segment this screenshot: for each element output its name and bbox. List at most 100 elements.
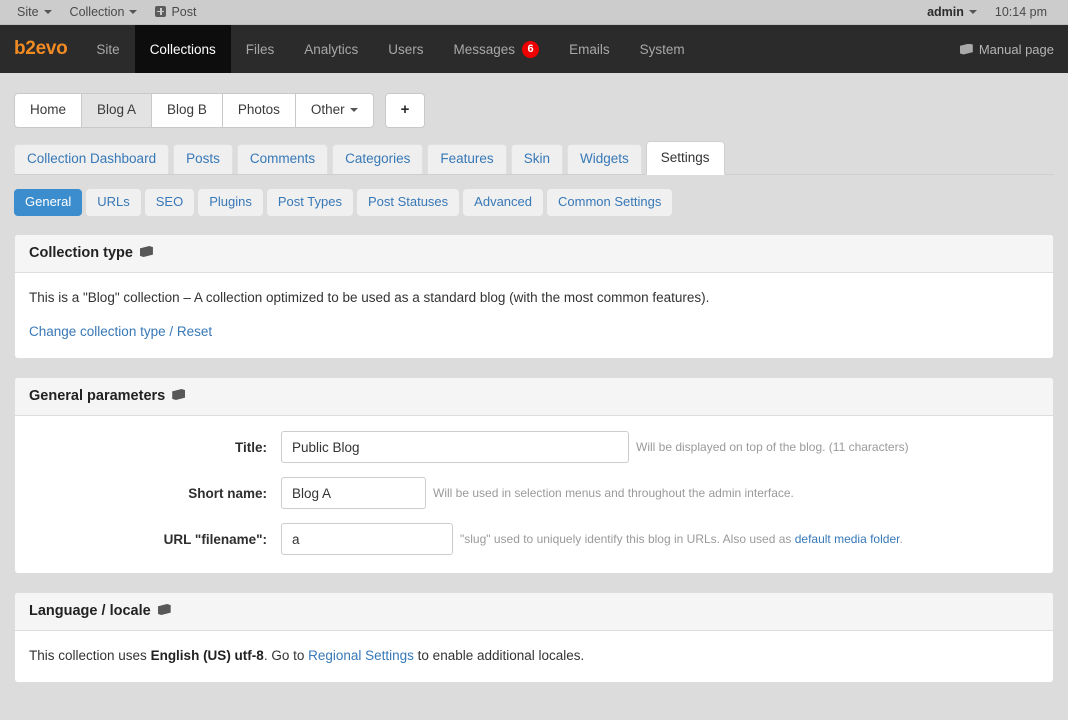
collection-type-panel-body: This is a "Blog" collection – A collecti… (15, 273, 1053, 358)
regional-settings-link[interactable]: Regional Settings (308, 648, 414, 663)
url-filename-field-help: "slug" used to uniquely identify this bl… (460, 532, 903, 546)
default-media-folder-link[interactable]: default media folder (795, 532, 900, 546)
form-row-short-name: Short name: Will be used in selection me… (29, 477, 1039, 509)
collection-tab-home[interactable]: Home (14, 93, 82, 128)
tab-comments-label: Comments (249, 151, 316, 166)
language-text-after: to enable additional locales. (413, 648, 585, 663)
title-input[interactable] (281, 431, 629, 463)
language-locale-panel-header: Language / locale (15, 593, 1053, 631)
messages-badge: 6 (522, 40, 540, 58)
pill-post-statuses-label: Post Statuses (367, 194, 449, 209)
language-locale-panel: Language / locale This collection uses E… (14, 592, 1054, 683)
evobar-time-label: 10:14 pm (994, 4, 1047, 19)
language-locale-panel-title: Language / locale (29, 603, 151, 619)
short-name-input[interactable] (281, 477, 426, 509)
short-name-field-help: Will be used in selection menus and thro… (433, 486, 794, 500)
pill-urls[interactable]: URLs (86, 189, 141, 216)
nav-item-emails[interactable]: Emails (554, 25, 625, 73)
pill-advanced[interactable]: Advanced (463, 189, 543, 216)
nav-item-users[interactable]: Users (373, 25, 438, 73)
collection-tabs: Home Blog A Blog B Photos Other + (14, 73, 1054, 128)
collection-sub-tabs: Collection Dashboard Posts Comments Cate… (14, 141, 1054, 175)
collection-type-change-row: Change collection type / Reset (29, 322, 1039, 342)
pill-plugins[interactable]: Plugins (198, 189, 263, 216)
evobar-right-group: admin 10:14 pm (918, 0, 1068, 25)
pill-common-settings[interactable]: Common Settings (547, 189, 673, 216)
title-field-label: Title: (234, 439, 267, 455)
pill-advanced-label: Advanced (474, 194, 532, 209)
evobar: Site Collection Post admin 10:14 pm (0, 0, 1068, 25)
tab-collection-dashboard[interactable]: Collection Dashboard (14, 144, 170, 174)
general-parameters-panel-title: General parameters (29, 388, 166, 404)
tab-skin-label: Skin (523, 151, 550, 166)
nav-item-system-label: System (639, 41, 685, 57)
change-collection-type-link[interactable]: Change collection type / Reset (29, 324, 212, 339)
collection-tab-other-label: Other (310, 102, 345, 117)
url-filename-help-prefix: "slug" used to uniquely identify this bl… (460, 532, 795, 546)
chevron-down-icon (129, 10, 138, 15)
language-locale-description: This collection uses English (US) utf-8.… (29, 646, 1039, 666)
manual-page-link[interactable]: Manual page (960, 25, 1068, 73)
collection-tab-blog-b-label: Blog B (167, 102, 207, 117)
nav-item-site[interactable]: Site (81, 25, 134, 73)
add-collection-button[interactable]: + (384, 93, 426, 128)
nav-item-files-label: Files (245, 41, 275, 57)
brand-logo[interactable]: b2evo (0, 25, 81, 73)
collection-tab-blog-a[interactable]: Blog A (81, 93, 152, 128)
language-text-middle: . Go to (263, 648, 309, 663)
nav-item-emails-label: Emails (569, 41, 610, 57)
tab-features-label: Features (440, 151, 494, 166)
evobar-item-post-label: Post (171, 4, 197, 19)
collection-tab-blog-b[interactable]: Blog B (151, 93, 222, 128)
evobar-item-collection-label: Collection (69, 4, 125, 19)
evobar-user-menu[interactable]: admin (918, 0, 986, 25)
short-name-field-label: Short name: (188, 485, 267, 501)
collection-tab-photos[interactable]: Photos (221, 93, 295, 128)
tab-posts[interactable]: Posts (173, 144, 233, 174)
manual-book-icon (960, 44, 973, 55)
form-row-url-filename: URL "filename": "slug" used to uniquely … (29, 523, 1039, 555)
url-filename-field-label: URL "filename": (163, 531, 267, 547)
general-parameters-panel-body: Title: Will be displayed on top of the b… (15, 416, 1053, 573)
tab-categories[interactable]: Categories (332, 144, 424, 174)
evobar-item-site[interactable]: Site (8, 0, 61, 25)
evobar-clock: 10:14 pm (986, 0, 1056, 25)
nav-item-collections[interactable]: Collections (134, 25, 231, 73)
manual-book-icon[interactable] (140, 246, 153, 257)
pill-general[interactable]: General (14, 189, 83, 216)
tab-settings[interactable]: Settings (645, 141, 725, 175)
pill-seo[interactable]: SEO (144, 189, 195, 216)
tab-features[interactable]: Features (427, 144, 507, 174)
nav-item-analytics[interactable]: Analytics (289, 25, 373, 73)
nav-item-system[interactable]: System (625, 25, 700, 73)
tab-settings-label: Settings (660, 150, 710, 165)
evobar-item-collection[interactable]: Collection (61, 0, 147, 25)
page-content: Home Blog A Blog B Photos Other + Collec… (0, 73, 1068, 683)
collection-tab-home-label: Home (30, 102, 67, 117)
nav-item-collections-label: Collections (149, 41, 216, 57)
collection-tab-other[interactable]: Other (294, 93, 374, 128)
general-parameters-panel-header: General parameters (15, 378, 1053, 416)
pill-post-types[interactable]: Post Types (266, 189, 353, 216)
collection-type-description: This is a "Blog" collection – A collecti… (29, 290, 710, 305)
pill-post-statuses[interactable]: Post Statuses (356, 189, 460, 216)
url-filename-input[interactable] (281, 523, 453, 555)
pill-plugins-label: Plugins (209, 194, 252, 209)
nav-item-files[interactable]: Files (231, 25, 290, 73)
nav-item-users-label: Users (388, 41, 424, 57)
main-navigation: b2evo Site Collections Files Analytics U… (0, 25, 1068, 73)
tab-widgets[interactable]: Widgets (566, 144, 642, 174)
chevron-down-icon (43, 10, 52, 15)
evobar-item-post[interactable]: Post (146, 0, 205, 25)
form-row-title: Title: Will be displayed on top of the b… (29, 431, 1039, 463)
chevron-down-icon (349, 108, 358, 113)
nav-item-messages[interactable]: Messages 6 (439, 25, 555, 73)
tab-collection-dashboard-label: Collection Dashboard (27, 151, 157, 166)
manual-book-icon[interactable] (158, 604, 171, 615)
tab-skin[interactable]: Skin (510, 144, 563, 174)
pill-general-label: General (25, 194, 72, 209)
language-locale-panel-body: This collection uses English (US) utf-8.… (15, 631, 1053, 682)
tab-comments[interactable]: Comments (236, 144, 329, 174)
manual-book-icon[interactable] (172, 389, 185, 400)
language-text-before: This collection uses (29, 648, 151, 663)
